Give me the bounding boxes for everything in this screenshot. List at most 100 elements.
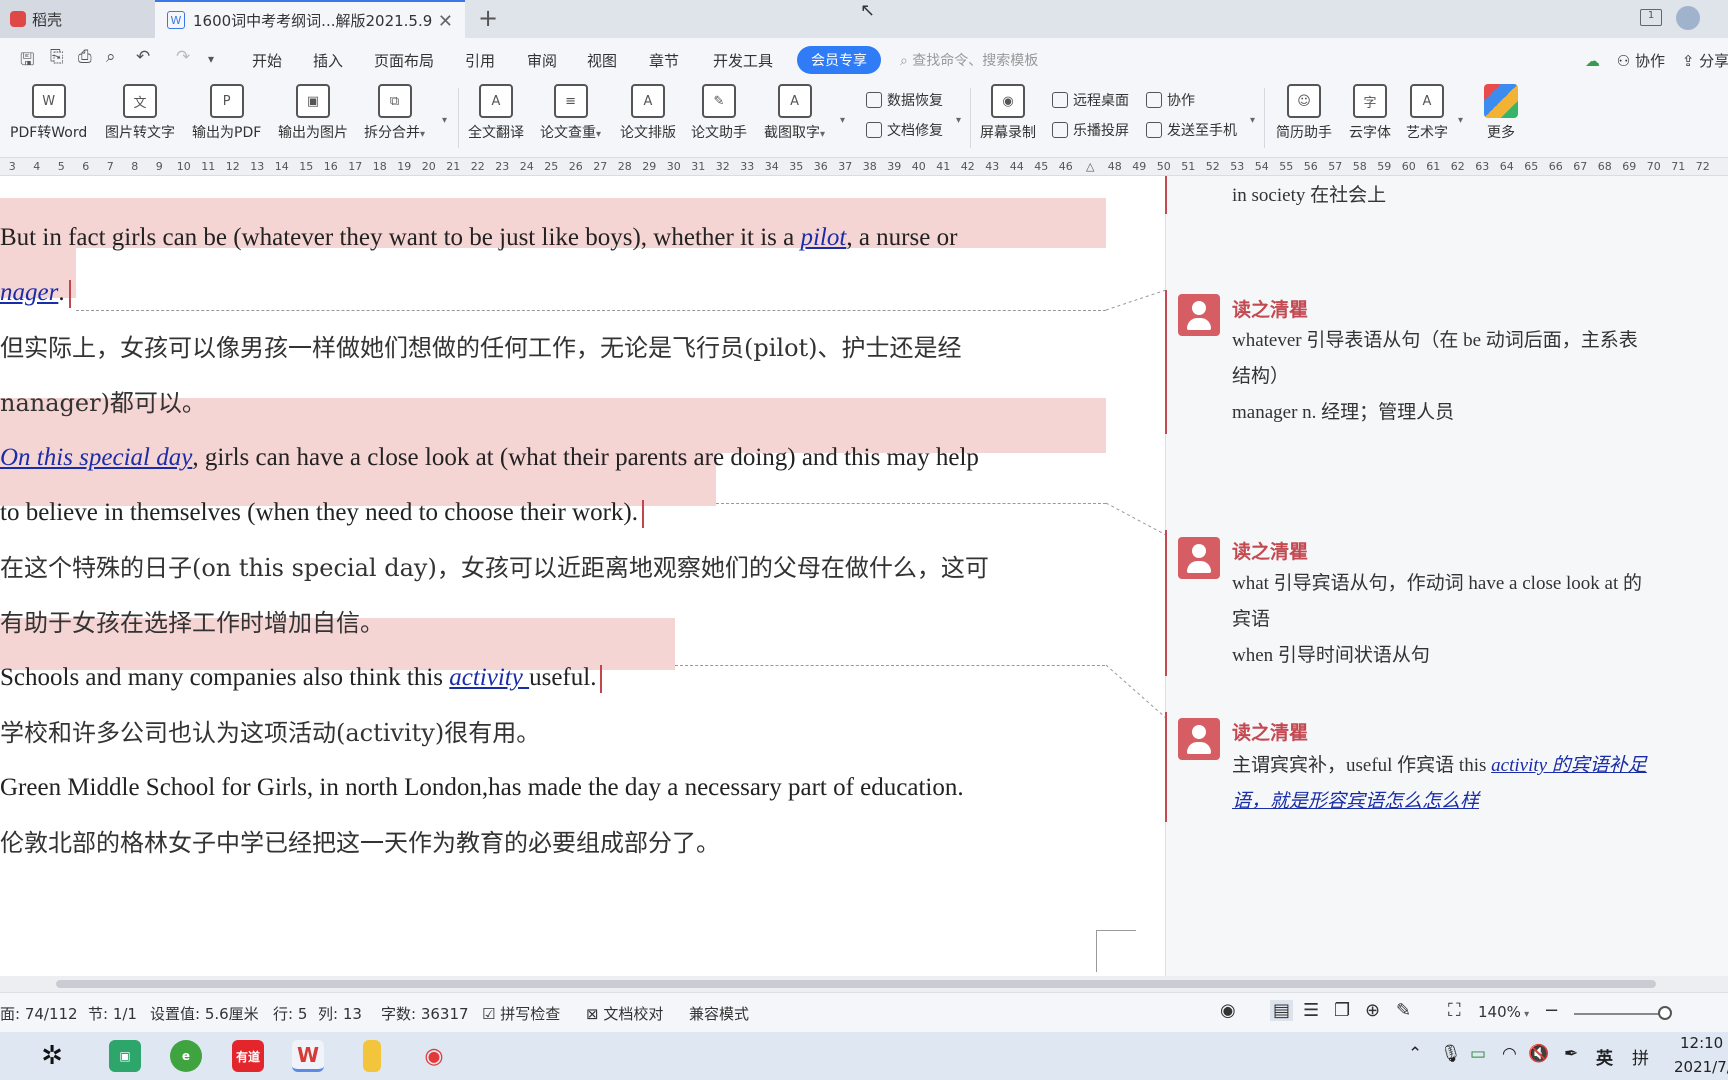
- menu-developer[interactable]: 开发工具: [713, 50, 773, 71]
- comment-link[interactable]: activity 的宾语补足: [1491, 755, 1647, 776]
- horizontal-ruler[interactable]: 3 4 5 6 7 8 9 10 11 12 13 14 15 16 17 18 19 20 21 22 23 24 25 2…: [0, 158, 1728, 176]
- clock-date[interactable]: 2021/7/: [1674, 1058, 1728, 1076]
- chevron-up-icon[interactable]: ⌃: [1408, 1044, 1422, 1064]
- pen-icon[interactable]: ✎: [1396, 1000, 1411, 1021]
- comment-author[interactable]: 读之清瞿: [1232, 295, 1308, 322]
- scrollbar-thumb[interactable]: [56, 980, 1656, 988]
- thesis-assistant-button[interactable]: ✎ 论文助手: [691, 84, 747, 142]
- thesis-layout-button[interactable]: A 论文排版: [620, 84, 676, 142]
- microphone-icon[interactable]: 🎙: [1440, 1044, 1462, 1064]
- menu-review[interactable]: 审阅: [527, 50, 557, 71]
- reading-view-icon[interactable]: ❐: [1334, 1000, 1350, 1021]
- status-page[interactable]: 面: 74/112: [0, 1003, 78, 1024]
- status-words[interactable]: 字数: 36317: [381, 1003, 469, 1024]
- window-mode-icon[interactable]: 1: [1640, 9, 1662, 26]
- ribbon-group-expand-icon[interactable]: ▾: [442, 108, 447, 127]
- undo-icon[interactable]: ↶: [136, 47, 150, 67]
- zoom-out-icon[interactable]: −: [1544, 1000, 1559, 1021]
- outline-view-icon[interactable]: ☰: [1303, 1000, 1319, 1021]
- comment-link[interactable]: 语，就是形容宾语怎么怎么样: [1232, 791, 1479, 812]
- redo-icon[interactable]: ↷: [176, 47, 190, 67]
- share-button[interactable]: 分享: [1699, 52, 1728, 70]
- green-app-icon[interactable]: ▣: [109, 1040, 141, 1072]
- ruler-tick: 10: [176, 160, 191, 173]
- battery-icon[interactable]: ▭: [1470, 1044, 1486, 1064]
- export-image-button[interactable]: ▣ 输出为图片: [278, 84, 348, 142]
- resume-assistant-button[interactable]: ☺ 简历助手: [1276, 84, 1332, 142]
- resume-icon: ☺: [1287, 84, 1321, 118]
- ribbon-group-expand-icon[interactable]: ▾: [840, 108, 845, 127]
- comment-bar: [1165, 290, 1167, 434]
- user-avatar-icon[interactable]: [1676, 6, 1700, 30]
- screen-record-button[interactable]: ◉ 屏幕录制: [980, 84, 1036, 142]
- new-tab-icon[interactable]: +: [478, 4, 498, 32]
- split-merge-button[interactable]: ⧉ 拆分合并▾: [364, 84, 425, 142]
- plagiarism-check-button[interactable]: ≡ 论文查重▾: [540, 84, 601, 142]
- word-link[interactable]: nager: [0, 279, 58, 306]
- comment-author[interactable]: 读之清瞿: [1232, 718, 1308, 745]
- chevron-down-icon[interactable]: ▾: [208, 52, 214, 66]
- remote-desktop-button[interactable]: 远程桌面: [1052, 90, 1129, 110]
- tab-document[interactable]: W 1600词中考考纲词...解版2021.5.9 ✕: [155, 0, 465, 38]
- ime-lang[interactable]: 英: [1596, 1044, 1613, 1069]
- close-icon[interactable]: ✕: [438, 11, 453, 32]
- browser-icon[interactable]: e: [170, 1040, 202, 1072]
- clock-time[interactable]: 12:10: [1680, 1034, 1723, 1052]
- spell-check-button[interactable]: ☑ 拼写检查: [482, 1003, 560, 1024]
- wps-icon[interactable]: W: [292, 1040, 324, 1072]
- file-explorer-icon[interactable]: [363, 1040, 381, 1072]
- cloud-sync-icon[interactable]: ☁: [1585, 52, 1600, 70]
- cast-screen-button[interactable]: 乐播投屏: [1052, 120, 1129, 140]
- doc-repair-button[interactable]: 文档修复: [866, 120, 943, 140]
- ribbon-group-expand-icon[interactable]: ▾: [1458, 108, 1463, 127]
- pdf-to-word-button[interactable]: W PDF转Word: [10, 84, 87, 142]
- comment-author[interactable]: 读之清瞿: [1232, 537, 1308, 564]
- fit-page-icon[interactable]: ⛶: [1448, 1000, 1461, 1021]
- vip-button[interactable]: 会员专享: [797, 46, 881, 74]
- data-recovery-button[interactable]: 数据恢复: [866, 90, 943, 110]
- pen-tray-icon[interactable]: ✒: [1564, 1044, 1578, 1064]
- pinwheel-app-icon[interactable]: ✲: [36, 1040, 68, 1072]
- export-icon[interactable]: ⎘: [50, 47, 64, 67]
- ribbon-collab-button[interactable]: 协作: [1146, 90, 1195, 110]
- zoom-slider-knob[interactable]: [1658, 1006, 1672, 1020]
- more-button[interactable]: 更多: [1484, 84, 1518, 142]
- menu-references[interactable]: 引用: [465, 50, 495, 71]
- separator: [458, 88, 459, 148]
- translate-button[interactable]: A 全文翻译: [468, 84, 524, 142]
- page-view-icon[interactable]: ▤: [1270, 1000, 1294, 1021]
- word-link[interactable]: pilot: [800, 224, 846, 251]
- volume-muted-icon[interactable]: 🔇: [1528, 1044, 1549, 1064]
- send-to-phone-button[interactable]: 发送至手机: [1146, 120, 1237, 140]
- zoom-slider[interactable]: [1574, 1013, 1664, 1015]
- zoom-level[interactable]: 140% ▾: [1478, 1003, 1529, 1021]
- word-art-button[interactable]: A 艺术字: [1406, 84, 1448, 142]
- screenshot-ocr-button[interactable]: A 截图取字▾: [764, 84, 825, 142]
- word-link[interactable]: On this special day: [0, 444, 192, 471]
- screen-recorder-icon[interactable]: ◉: [418, 1040, 450, 1072]
- cloud-font-button[interactable]: 字云字体: [1349, 84, 1391, 142]
- eye-protect-icon[interactable]: ◉: [1220, 1000, 1236, 1021]
- word-link[interactable]: activity: [449, 664, 529, 691]
- doc-proof-button[interactable]: ⊠ 文档校对: [586, 1003, 663, 1024]
- tab-docer[interactable]: 稻壳: [0, 0, 155, 38]
- print-preview-icon[interactable]: ⌕: [106, 47, 116, 67]
- command-search[interactable]: ⌕ 查找命令、搜索模板: [900, 50, 1038, 70]
- ime-mode[interactable]: 拼: [1632, 1044, 1649, 1069]
- menu-view[interactable]: 视图: [587, 50, 617, 71]
- menu-insert[interactable]: 插入: [313, 50, 343, 71]
- menu-page-layout[interactable]: 页面布局: [374, 50, 434, 71]
- menu-chapter[interactable]: 章节: [649, 50, 679, 71]
- collab-button[interactable]: 协作: [1635, 52, 1665, 70]
- menu-start[interactable]: 开始: [252, 50, 282, 71]
- save-icon[interactable]: 🖫: [20, 47, 34, 76]
- ribbon-group-expand-icon[interactable]: ▾: [956, 108, 961, 127]
- youdao-icon[interactable]: 有道: [232, 1040, 264, 1072]
- document-page[interactable]: But in fact girls can be (whatever they …: [0, 176, 1165, 976]
- wifi-icon[interactable]: ◠: [1502, 1044, 1517, 1064]
- web-view-icon[interactable]: ⊕: [1365, 1000, 1380, 1021]
- print-icon[interactable]: ⎙: [78, 47, 92, 67]
- ribbon-group-expand-icon[interactable]: ▾: [1250, 108, 1255, 127]
- export-pdf-button[interactable]: P 输出为PDF: [192, 84, 261, 142]
- image-to-text-button[interactable]: 文图片转文字: [105, 84, 175, 142]
